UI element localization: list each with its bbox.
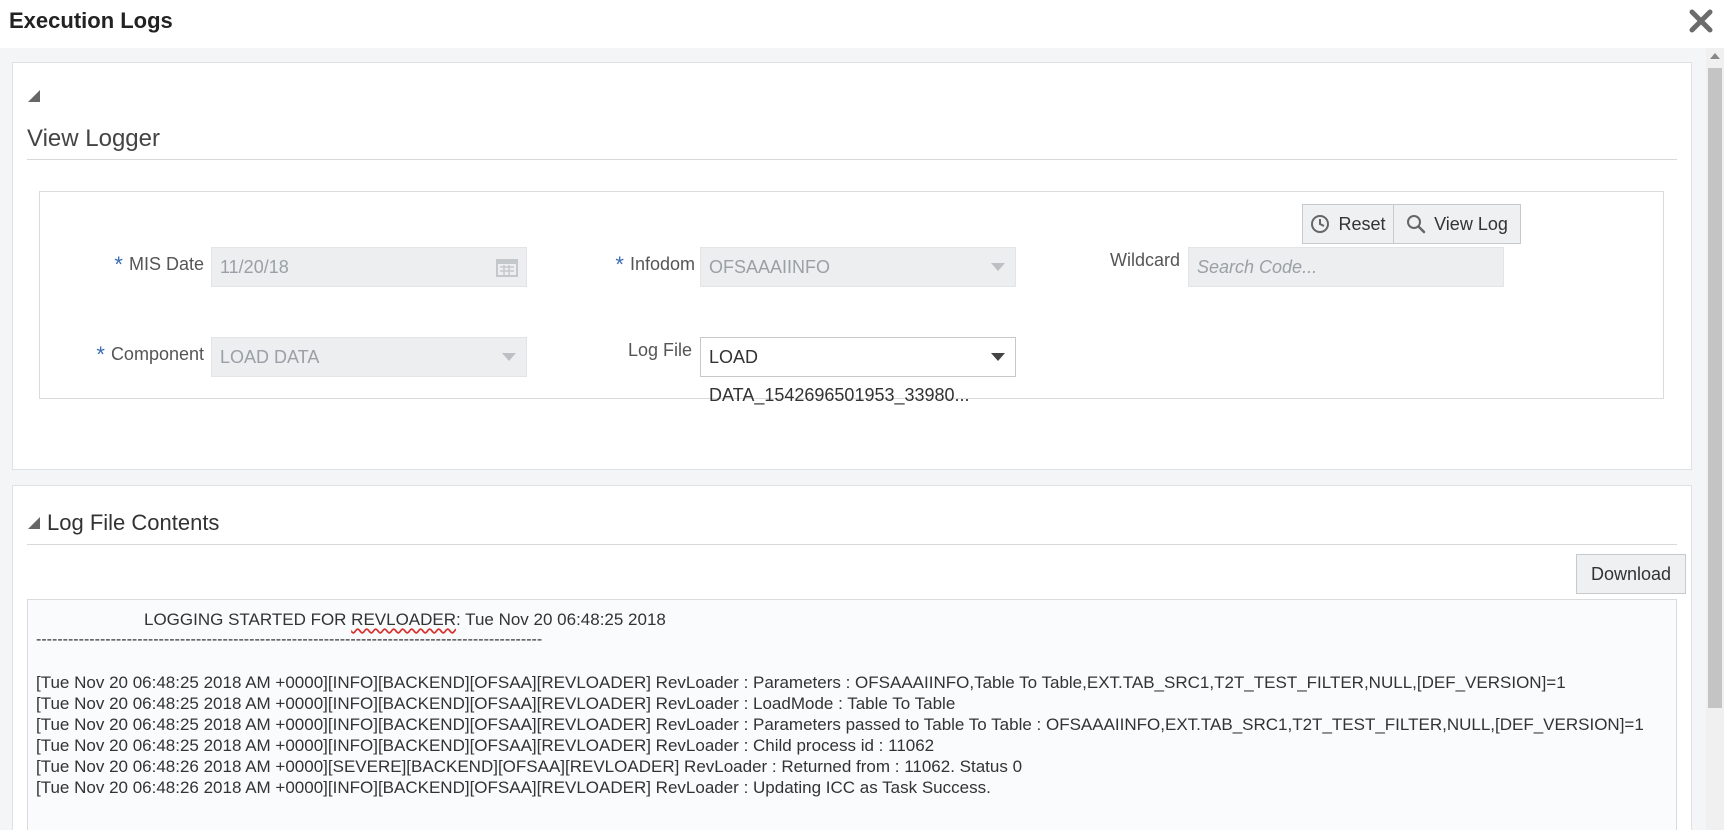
- chevron-down-icon: [991, 353, 1005, 361]
- log-file-label: Log File: [627, 340, 692, 360]
- log-line: [Tue Nov 20 06:48:25 2018 AM +0000][INFO…: [36, 736, 935, 755]
- required-marker: *: [615, 252, 624, 277]
- component-value: LOAD DATA: [220, 347, 320, 367]
- search-icon: [1407, 215, 1426, 234]
- required-marker: *: [114, 252, 123, 277]
- log-separator: ----------------------------------------…: [36, 631, 543, 648]
- clock-icon: [1311, 215, 1330, 233]
- mis-date-value: 11/20/18: [220, 257, 289, 277]
- download-button[interactable]: Download: [1576, 554, 1686, 594]
- infodom-label-text: Infodom: [629, 254, 695, 274]
- infodom-select[interactable]: OFSAAAIINFO: [700, 247, 1016, 287]
- mis-date-field[interactable]: 11/20/18: [211, 247, 527, 287]
- log-line: [Tue Nov 20 06:48:26 2018 AM +0000][SEVE…: [36, 757, 1023, 776]
- required-marker: *: [96, 342, 105, 367]
- log-text-area[interactable]: LOGGING STARTED FOR REVLOADER: Tue Nov 2…: [27, 599, 1677, 830]
- dialog-titlebar: Execution Logs: [0, 0, 1724, 48]
- scrollbar-thumb[interactable]: [1708, 68, 1722, 708]
- log-line: [Tue Nov 20 06:48:25 2018 AM +0000][INFO…: [36, 715, 1644, 734]
- wildcard-label: Wildcard: [1109, 250, 1180, 270]
- chevron-down-icon: [991, 263, 1005, 271]
- view-logger-title: View Logger: [27, 125, 160, 152]
- mis-date-label-text: MIS Date: [128, 254, 204, 274]
- calendar-icon[interactable]: [496, 257, 518, 277]
- log-line: [Tue Nov 20 06:48:25 2018 AM +0000][INFO…: [36, 694, 956, 713]
- dialog-content: View Logger Reset View Log * MIS Date 11…: [0, 48, 1706, 830]
- wildcard-placeholder: Search Code...: [1197, 257, 1318, 277]
- scroll-up-arrow-icon[interactable]: [1710, 53, 1720, 59]
- component-select[interactable]: LOAD DATA: [211, 337, 527, 377]
- close-icon: [1689, 9, 1713, 33]
- infodom-label: * Infodom: [600, 250, 695, 277]
- infodom-value: OFSAAAIINFO: [709, 257, 831, 277]
- log-line: [Tue Nov 20 06:48:25 2018 AM +0000][INFO…: [36, 673, 1566, 692]
- section-divider: [27, 159, 1677, 160]
- collapse-triangle-icon[interactable]: [27, 89, 41, 103]
- component-label: * Component: [90, 340, 204, 367]
- component-label-text: Component: [110, 344, 204, 364]
- log-header-prefix: LOGGING STARTED FOR: [144, 610, 352, 629]
- collapse-triangle-icon[interactable]: [27, 516, 41, 530]
- dialog-title: Execution Logs: [9, 8, 173, 33]
- wildcard-search-input[interactable]: Search Code...: [1188, 247, 1504, 287]
- view-log-label: View Log: [1434, 213, 1508, 234]
- section-divider: [27, 544, 1677, 545]
- log-header-word: REVLOADER: [351, 610, 457, 629]
- log-contents-title: Log File Contents: [47, 510, 220, 535]
- logger-form: Reset View Log * MIS Date 11/20/18 * Inf…: [39, 191, 1664, 405]
- chevron-down-icon: [502, 353, 516, 361]
- mis-date-label: * MIS Date: [100, 250, 204, 277]
- log-file-value: LOAD DATA_1542696501953_33980...: [709, 347, 970, 405]
- view-log-button[interactable]: View Log: [1393, 204, 1521, 244]
- log-header-suffix: : Tue Nov 20 06:48:25 2018: [456, 610, 666, 629]
- log-header-line: LOGGING STARTED FOR REVLOADER: Tue Nov 2…: [144, 610, 666, 630]
- log-line: [Tue Nov 20 06:48:26 2018 AM +0000][INFO…: [36, 778, 991, 797]
- download-label: Download: [1590, 563, 1672, 584]
- reset-label: Reset: [1338, 213, 1386, 234]
- log-file-select[interactable]: LOAD DATA_1542696501953_33980...: [700, 337, 1016, 405]
- vertical-scrollbar[interactable]: [1706, 48, 1724, 830]
- reset-button[interactable]: Reset: [1302, 204, 1394, 244]
- view-logger-panel: View Logger Reset View Log * MIS Date 11…: [12, 62, 1692, 470]
- close-button[interactable]: [1686, 6, 1716, 36]
